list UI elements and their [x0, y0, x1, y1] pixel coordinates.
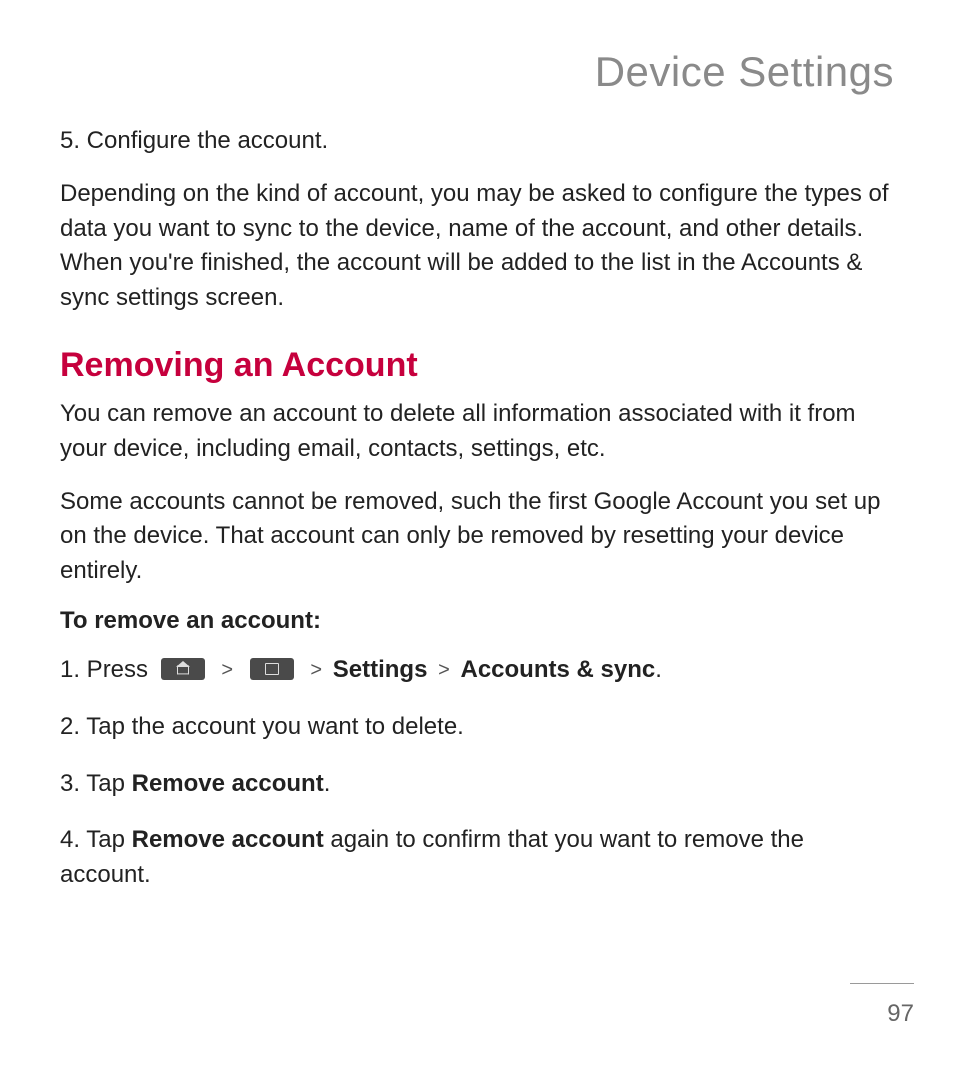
- section-heading-removing-account: Removing an Account: [60, 346, 894, 385]
- step-4-remove-account: Remove account: [132, 826, 324, 853]
- step-4: 4. Tap Remove account again to confirm t…: [60, 823, 894, 893]
- chevron-icon: >: [221, 659, 233, 681]
- step-4-prefix: 4. Tap: [60, 826, 132, 853]
- step-1: 1. Press > > Settings > Accounts & sync.: [60, 653, 894, 688]
- removing-account-p1: You can remove an account to delete all …: [60, 397, 894, 467]
- page-header-title: Device Settings: [60, 48, 894, 96]
- step-2: 2. Tap the account you want to delete.: [60, 710, 894, 745]
- step-1-period: .: [655, 656, 662, 683]
- document-page: Device Settings 5. Configure the account…: [0, 0, 954, 1074]
- footer-rule: [850, 983, 914, 984]
- step-1-prefix: 1. Press: [60, 656, 155, 683]
- step-3-suffix: .: [324, 770, 331, 797]
- step-3-prefix: 3. Tap: [60, 770, 132, 797]
- step-1-accounts-sync: Accounts & sync: [460, 656, 655, 683]
- step-3: 3. Tap Remove account.: [60, 767, 894, 802]
- page-number: 97: [850, 1000, 914, 1028]
- step-5-configure: 5. Configure the account.: [60, 124, 894, 159]
- chevron-icon: >: [310, 659, 322, 681]
- chevron-icon: >: [438, 659, 450, 681]
- step-3-remove-account: Remove account: [132, 770, 324, 797]
- subheading-to-remove: To remove an account:: [60, 607, 894, 635]
- page-footer: 97: [850, 983, 914, 1028]
- intro-paragraph: Depending on the kind of account, you ma…: [60, 177, 894, 316]
- removing-account-p2: Some accounts cannot be removed, such th…: [60, 485, 894, 589]
- home-key-icon: [161, 658, 205, 680]
- step-1-settings: Settings: [333, 656, 428, 683]
- menu-key-icon: [250, 658, 294, 680]
